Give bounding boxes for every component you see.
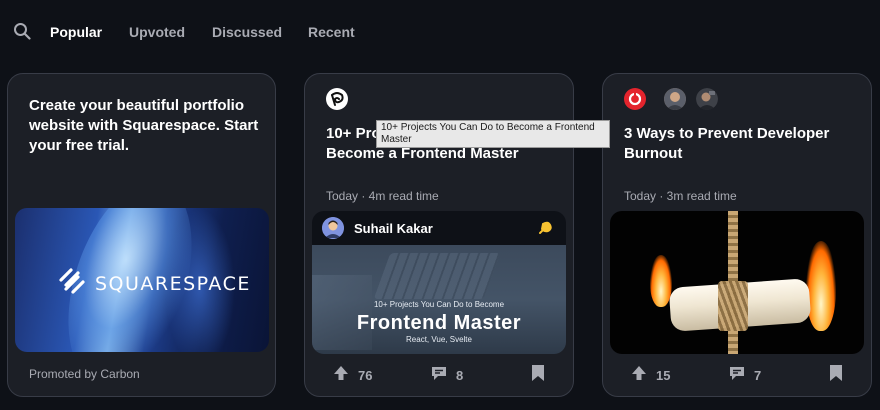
search-icon xyxy=(13,22,31,45)
ad-image[interactable]: SQUARESPACE xyxy=(15,208,269,352)
reputation-badge-icon xyxy=(536,219,554,242)
squarespace-logo: SQUARESPACE xyxy=(57,268,251,299)
squarespace-wordmark: SQUARESPACE xyxy=(95,272,251,295)
tab-discussed[interactable]: Discussed xyxy=(212,24,282,40)
article-image[interactable] xyxy=(610,211,864,354)
ad-card[interactable]: Create your beautiful portfolio website … xyxy=(7,73,276,397)
article-meta: Today · 3m read time xyxy=(624,189,737,203)
tab-upvoted[interactable]: Upvoted xyxy=(129,24,185,40)
upvote-arrow-icon xyxy=(332,364,350,387)
promoted-by-label[interactable]: Promoted by Carbon xyxy=(29,367,140,381)
upvote-count: 15 xyxy=(656,368,671,383)
squarespace-logo-icon xyxy=(57,268,87,299)
author-strip[interactable]: Suhail Kakar xyxy=(312,211,566,245)
ad-text[interactable]: Create your beautiful portfolio website … xyxy=(29,96,264,156)
bookmark-icon xyxy=(829,364,843,387)
feed-nav: Popular Upvoted Discussed Recent xyxy=(0,0,880,64)
comments-button[interactable]: 8 xyxy=(430,364,463,387)
article-meta: Today · 4m read time xyxy=(326,189,439,203)
comment-count: 7 xyxy=(754,368,762,383)
thumbnail-subtitle: 10+ Projects You Can Do to Become xyxy=(373,300,505,309)
article-image[interactable]: Suhail Kakar 10+ Projects You Can Do to … xyxy=(312,211,566,354)
bookmark-icon xyxy=(531,364,545,387)
thumbnail-title: Frontend Master xyxy=(356,312,522,334)
comment-count: 8 xyxy=(456,368,464,383)
comments-button[interactable]: 7 xyxy=(728,364,761,387)
source-logo-icon[interactable] xyxy=(624,88,646,110)
search-button[interactable] xyxy=(11,22,33,44)
author-avatar[interactable] xyxy=(322,217,344,239)
comment-icon xyxy=(728,364,746,387)
bookmark-button[interactable] xyxy=(531,364,545,387)
bookmark-button[interactable] xyxy=(829,364,843,387)
user-avatar[interactable] xyxy=(696,88,718,110)
tab-popular[interactable]: Popular xyxy=(50,24,102,40)
thumbnail-tags: React, Vue, Svelte xyxy=(406,335,472,344)
upvote-count: 76 xyxy=(358,368,373,383)
article-card[interactable]: 3 Ways to Prevent Developer Burnout Toda… xyxy=(602,73,872,397)
upvote-button[interactable]: 15 xyxy=(630,364,670,387)
card-actions: 15 7 xyxy=(603,364,871,387)
upvote-arrow-icon xyxy=(630,364,648,387)
article-title[interactable]: 3 Ways to Prevent Developer Burnout xyxy=(624,124,856,164)
user-avatar[interactable] xyxy=(664,88,686,110)
upvote-button[interactable]: 76 xyxy=(332,364,372,387)
source-logo-icon[interactable] xyxy=(326,88,348,110)
title-tooltip: 10+ Projects You Can Do to Become a Fron… xyxy=(376,120,610,148)
comment-icon xyxy=(430,364,448,387)
author-name[interactable]: Suhail Kakar xyxy=(354,221,433,236)
tab-recent[interactable]: Recent xyxy=(308,24,355,40)
card-actions: 76 8 xyxy=(305,364,573,387)
